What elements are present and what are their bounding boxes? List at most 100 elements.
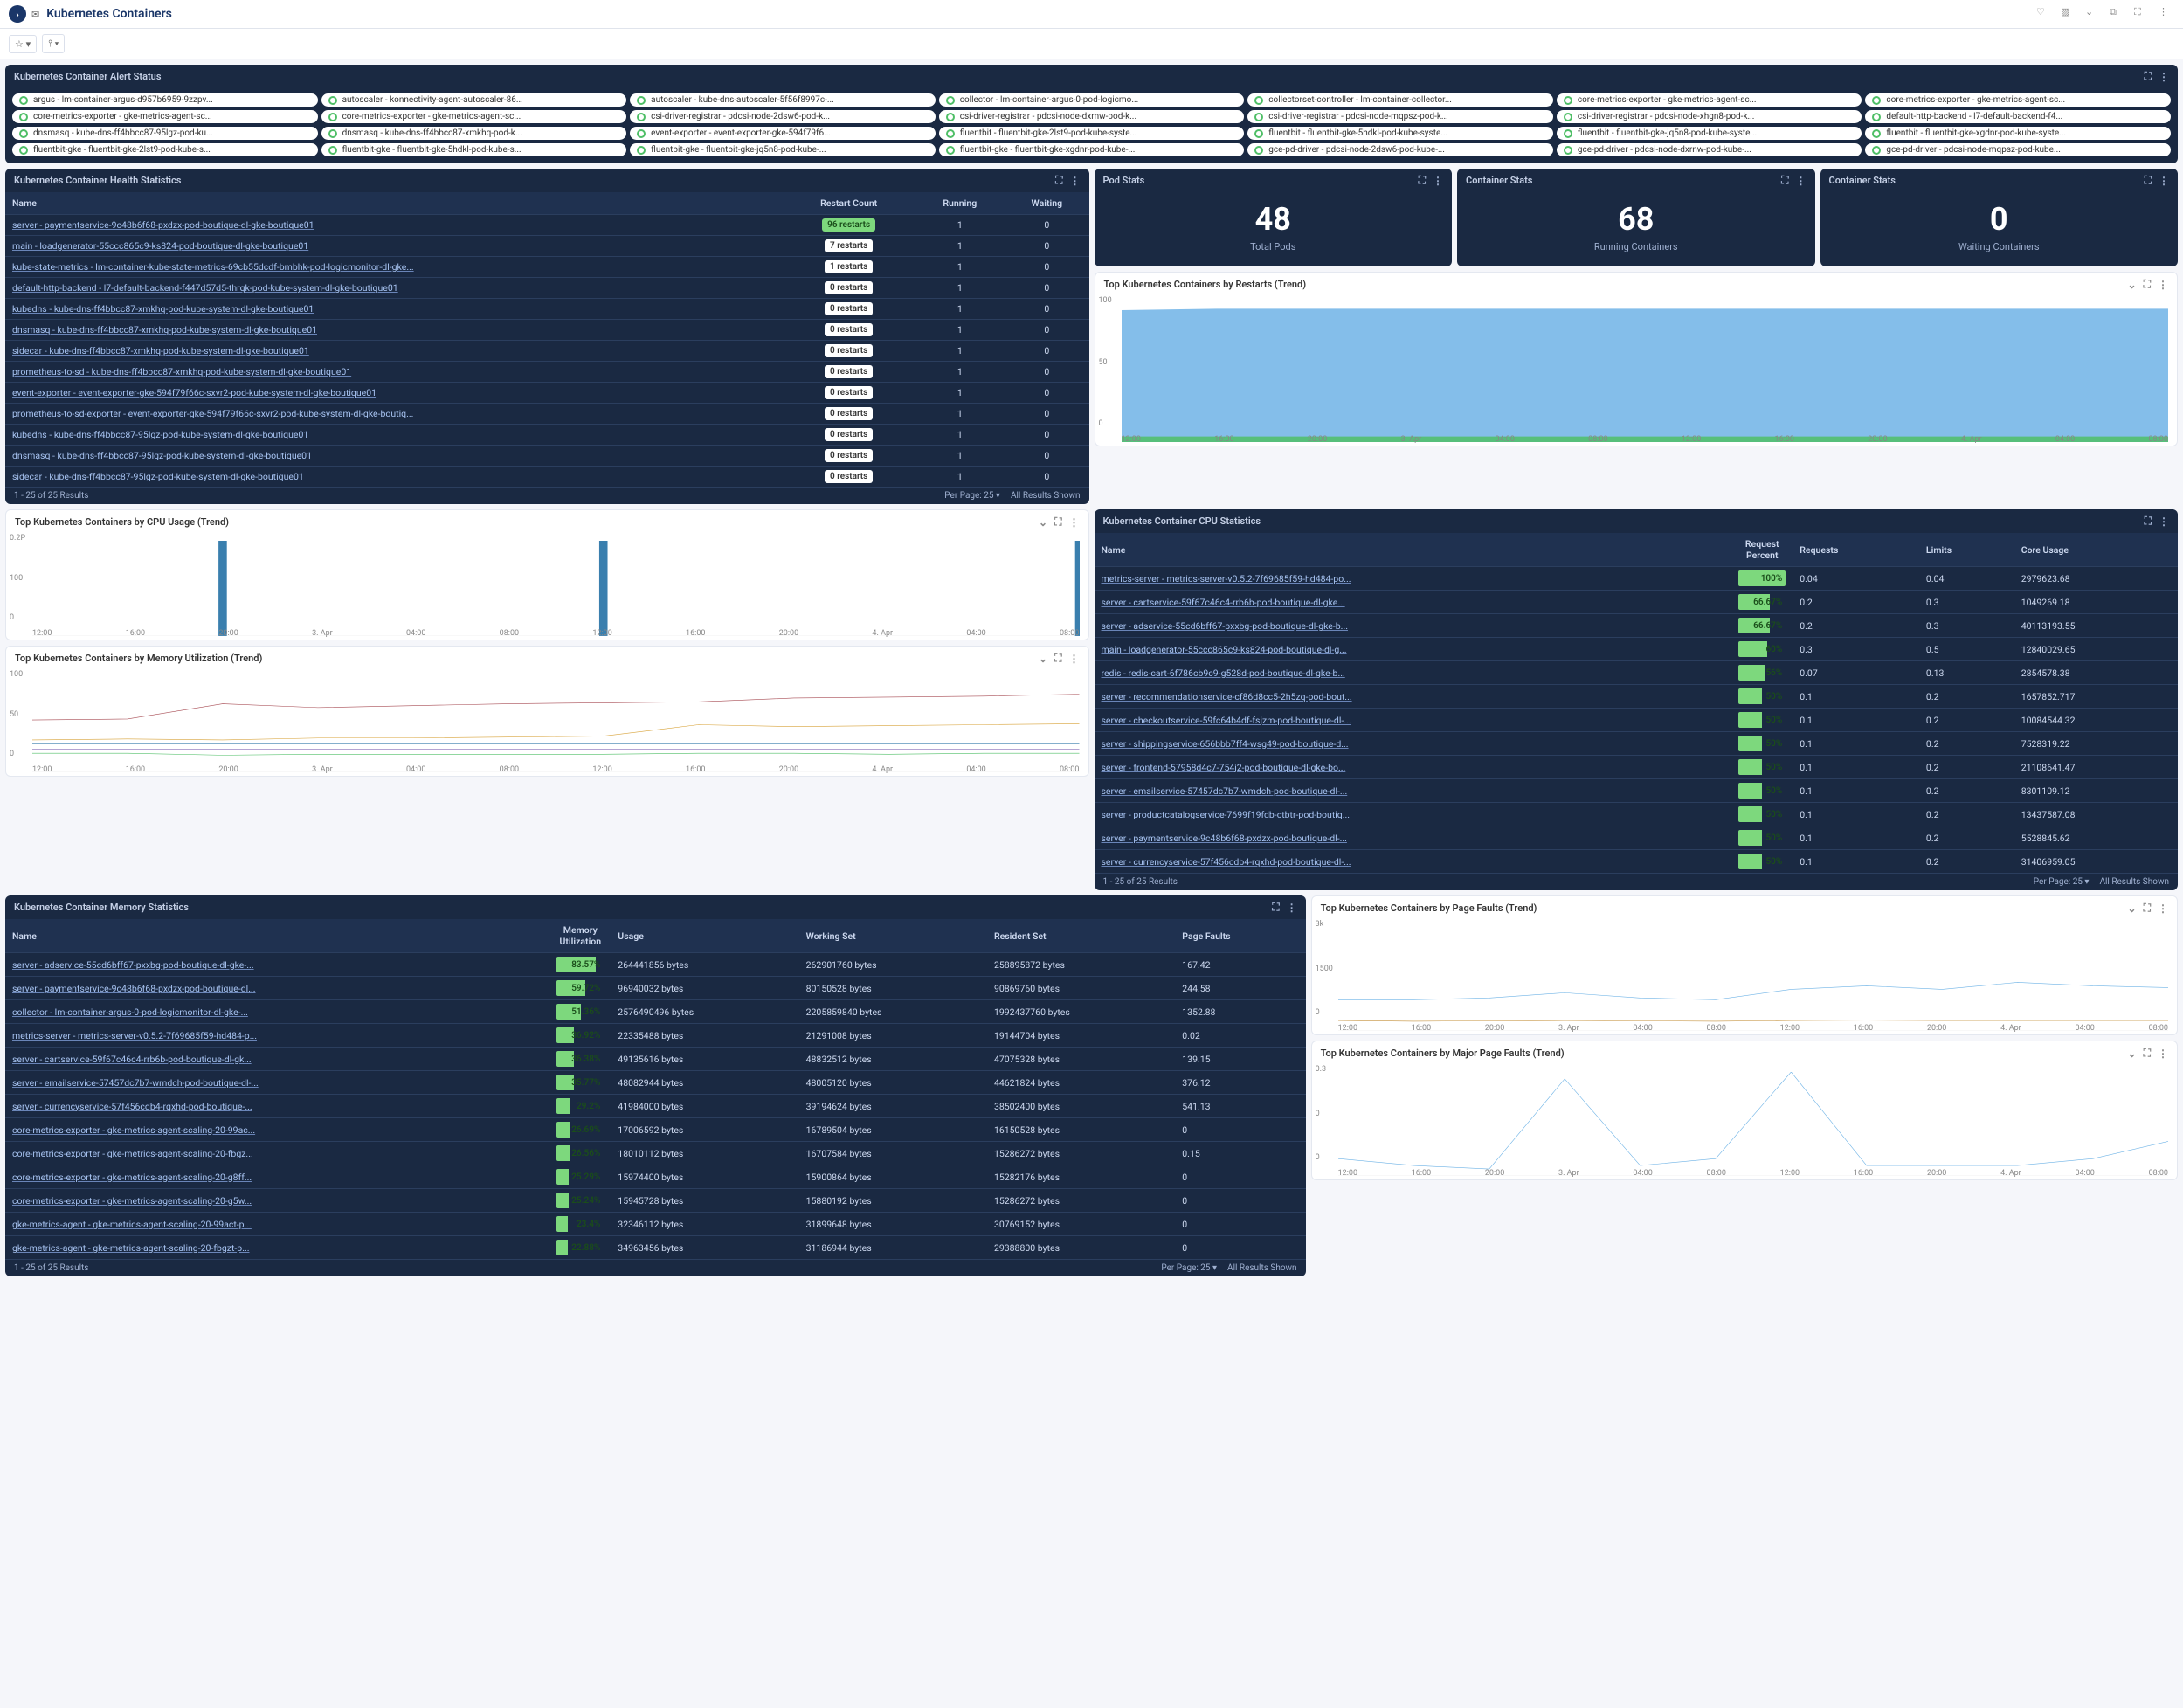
col-header[interactable]: Request Percent bbox=[1731, 533, 1793, 567]
col-header[interactable]: Waiting bbox=[1005, 192, 1088, 215]
heart-icon[interactable]: ♡ bbox=[2036, 6, 2052, 22]
resource-link[interactable]: sidecar - kube-dns-ff4bbcc87-xmkhq-pod-k… bbox=[12, 345, 309, 356]
chevron-down-icon[interactable]: ⌄ bbox=[1039, 653, 1047, 665]
alert-pill[interactable]: fluentbit - fluentbit-gke-5hdkl-pod-kube… bbox=[1247, 127, 1553, 140]
alert-pill[interactable]: dnsmasq - kube-dns-ff4bbcc87-95lgz-pod-k… bbox=[12, 127, 318, 140]
resource-link[interactable]: core-metrics-exporter - gke-metrics-agen… bbox=[12, 1172, 252, 1183]
alert-pill[interactable]: fluentbit - fluentbit-gke-jq5n8-pod-kube… bbox=[1557, 127, 1862, 140]
col-header[interactable]: Limits bbox=[1919, 533, 2014, 567]
fullscreen-icon[interactable]: ⛶ bbox=[1054, 652, 1061, 665]
alert-pill[interactable]: csi-driver-registrar - pdcsi-node-dxrnw-… bbox=[939, 110, 1245, 123]
envelope-icon[interactable]: ✉ bbox=[31, 9, 39, 20]
fullscreen-icon[interactable]: ⛶ bbox=[1781, 174, 1788, 187]
col-header[interactable]: Page Faults bbox=[1175, 919, 1305, 953]
alert-pill[interactable]: default-http-backend - l7-default-backen… bbox=[1865, 110, 2171, 123]
resource-link[interactable]: gke-metrics-agent - gke-metrics-agent-sc… bbox=[12, 1242, 250, 1254]
alert-pill[interactable]: gce-pd-driver - pdcsi-node-mqpsz-pod-kub… bbox=[1865, 143, 2171, 156]
resource-link[interactable]: server - frontend-57958d4c7-754j2-pod-bo… bbox=[1102, 762, 1346, 773]
per-page-dropdown[interactable]: Per Page: 25 ▾ bbox=[944, 491, 1000, 501]
chevron-down-icon[interactable]: ⌄ bbox=[1039, 516, 1047, 529]
kebab-icon[interactable]: ⋮ bbox=[1069, 516, 1080, 529]
resource-link[interactable]: main - loadgenerator-55ccc865c9-ks824-po… bbox=[12, 240, 308, 252]
resource-link[interactable]: server - cartservice-59f67c46c4-rrb6b-po… bbox=[1102, 597, 1345, 608]
fullscreen-icon[interactable]: ⛶ bbox=[2145, 515, 2152, 528]
filter-dropdown[interactable]: ⫯ ▾ bbox=[42, 34, 65, 53]
resource-link[interactable]: redis - redis-cart-6f786cb9c9-g528d-pod-… bbox=[1102, 667, 1345, 679]
alert-pill[interactable]: gce-pd-driver - pdcsi-node-2dsw6-pod-kub… bbox=[1247, 143, 1553, 156]
resource-link[interactable]: server - checkoutservice-59fc64b4df-fsjz… bbox=[1102, 715, 1351, 726]
chevron-down-icon[interactable]: ⌄ bbox=[2128, 1048, 2137, 1060]
col-header[interactable]: Name bbox=[1095, 533, 1732, 567]
kebab-icon[interactable]: ⋮ bbox=[1796, 175, 1807, 187]
resource-link[interactable]: server - emailservice-57457dc7b7-wmdch-p… bbox=[12, 1077, 259, 1089]
col-header[interactable]: Name bbox=[5, 919, 549, 953]
per-page-dropdown[interactable]: Per Page: 25 ▾ bbox=[2034, 877, 2090, 887]
alert-pill[interactable]: fluentbit-gke - fluentbit-gke-5hdkl-pod-… bbox=[321, 143, 627, 156]
resource-link[interactable]: core-metrics-exporter - gke-metrics-agen… bbox=[12, 1124, 255, 1136]
fullscreen-icon[interactable]: ⛶ bbox=[1272, 901, 1279, 914]
resource-link[interactable]: main - loadgenerator-55ccc865c9-ks824-po… bbox=[1102, 644, 1347, 655]
resource-link[interactable]: prometheus-to-sd - kube-dns-ff4bbcc87-xm… bbox=[12, 366, 351, 377]
double-chevron-down-icon[interactable]: ⌄ bbox=[2085, 6, 2101, 22]
alert-pill[interactable]: dnsmasq - kube-dns-ff4bbcc87-xmkhq-pod-k… bbox=[321, 127, 627, 140]
cancel-square-icon[interactable]: ▨ bbox=[2061, 6, 2076, 22]
resource-link[interactable]: core-metrics-exporter - gke-metrics-agen… bbox=[12, 1148, 253, 1159]
chevron-down-icon[interactable]: ⌄ bbox=[2128, 279, 2137, 291]
resource-link[interactable]: server - emailservice-57457dc7b7-wmdch-p… bbox=[1102, 785, 1348, 797]
alert-pill[interactable]: argus - lm-container-argus-d957b6959-9zz… bbox=[12, 93, 318, 107]
resource-link[interactable]: server - currencyservice-57f456cdb4-rqxh… bbox=[1102, 856, 1351, 868]
fullscreen-icon[interactable]: ⛶ bbox=[2144, 902, 2151, 915]
resource-link[interactable]: prometheus-to-sd-exporter - event-export… bbox=[12, 408, 413, 419]
alert-pill[interactable]: core-metrics-exporter - gke-metrics-agen… bbox=[1557, 93, 1862, 107]
resource-link[interactable]: kubedns - kube-dns-ff4bbcc87-95lgz-pod-k… bbox=[12, 429, 308, 440]
fullscreen-icon[interactable]: ⛶ bbox=[2144, 1047, 2151, 1060]
kebab-icon[interactable]: ⋮ bbox=[2159, 175, 2169, 187]
resource-link[interactable]: server - paymentservice-9c48b6f68-pxdzx-… bbox=[12, 983, 256, 994]
alert-pill[interactable]: fluentbit-gke - fluentbit-gke-xgdnr-pod-… bbox=[939, 143, 1245, 156]
resource-link[interactable]: server - shippingservice-656bbb7ff4-wsg4… bbox=[1102, 738, 1349, 750]
resource-link[interactable]: core-metrics-exporter - gke-metrics-agen… bbox=[12, 1195, 252, 1207]
chevron-down-icon[interactable]: ⌄ bbox=[2128, 902, 2137, 915]
resource-link[interactable]: server - paymentservice-9c48b6f68-pxdzx-… bbox=[12, 219, 314, 231]
kebab-icon[interactable]: ⋮ bbox=[1287, 902, 1297, 914]
fullscreen-icon[interactable]: ⛶ bbox=[1054, 515, 1061, 529]
resource-link[interactable]: metrics-server - metrics-server-v0.5.2-7… bbox=[1102, 573, 1351, 584]
resource-link[interactable]: dnsmasq - kube-dns-ff4bbcc87-xmkhq-pod-k… bbox=[12, 324, 317, 335]
alert-pill[interactable]: gce-pd-driver - pdcsi-node-dxrnw-pod-kub… bbox=[1557, 143, 1862, 156]
resource-link[interactable]: event-exporter - event-exporter-gke-594f… bbox=[12, 387, 376, 398]
col-header[interactable]: Running bbox=[915, 192, 1005, 215]
fullscreen-icon[interactable]: ⛶ bbox=[2134, 6, 2150, 22]
col-header[interactable]: Memory Utilization bbox=[549, 919, 611, 953]
kebab-icon[interactable]: ⋮ bbox=[2159, 71, 2169, 83]
kebab-icon[interactable]: ⋮ bbox=[2159, 6, 2174, 22]
alert-pill[interactable]: autoscaler - konnectivity-agent-autoscal… bbox=[321, 93, 627, 107]
fullscreen-icon[interactable]: ⛶ bbox=[2145, 174, 2152, 187]
alert-pill[interactable]: csi-driver-registrar - pdcsi-node-mqpsz-… bbox=[1247, 110, 1553, 123]
alert-pill[interactable]: fluentbit-gke - fluentbit-gke-jq5n8-pod-… bbox=[630, 143, 936, 156]
resource-link[interactable]: metrics-server - metrics-server-v0.5.2-7… bbox=[12, 1030, 257, 1041]
per-page-dropdown[interactable]: Per Page: 25 ▾ bbox=[1161, 1263, 1217, 1273]
alert-pill[interactable]: core-metrics-exporter - gke-metrics-agen… bbox=[321, 110, 627, 123]
col-header[interactable]: Name bbox=[5, 192, 783, 215]
alert-pill[interactable]: core-metrics-exporter - gke-metrics-agen… bbox=[12, 110, 318, 123]
alert-pill[interactable]: csi-driver-registrar - pdcsi-node-xhgn8-… bbox=[1557, 110, 1862, 123]
alert-pill[interactable]: collector - lm-container-argus-0-pod-log… bbox=[939, 93, 1245, 107]
resource-link[interactable]: dnsmasq - kube-dns-ff4bbcc87-95lgz-pod-k… bbox=[12, 450, 312, 461]
resource-link[interactable]: server - currencyservice-57f456cdb4-rqxh… bbox=[12, 1101, 252, 1112]
resource-link[interactable]: server - cartservice-59f67c46c4-rrb6b-po… bbox=[12, 1054, 252, 1065]
resource-link[interactable]: collector - lm-container-argus-0-pod-log… bbox=[12, 1006, 248, 1018]
resource-link[interactable]: server - recommendationservice-cf86d8cc5… bbox=[1102, 691, 1352, 702]
alert-pill[interactable]: fluentbit-gke - fluentbit-gke-2lst9-pod-… bbox=[12, 143, 318, 156]
alert-pill[interactable]: fluentbit - fluentbit-gke-xgdnr-pod-kube… bbox=[1865, 127, 2171, 140]
alert-pill[interactable]: autoscaler - kube-dns-autoscaler-5f56f89… bbox=[630, 93, 936, 107]
resource-link[interactable]: kubedns - kube-dns-ff4bbcc87-xmkhq-pod-k… bbox=[12, 303, 314, 315]
kebab-icon[interactable]: ⋮ bbox=[1070, 175, 1081, 187]
kebab-icon[interactable]: ⋮ bbox=[2159, 515, 2169, 528]
resource-link[interactable]: server - productcatalogservice-7699f19fd… bbox=[1102, 809, 1351, 820]
fullscreen-icon[interactable]: ⛶ bbox=[1419, 174, 1426, 187]
resource-link[interactable]: sidecar - kube-dns-ff4bbcc87-95lgz-pod-k… bbox=[12, 471, 304, 482]
resource-link[interactable]: server - adservice-55cd6bff67-pxxbg-pod-… bbox=[12, 959, 254, 971]
col-header[interactable]: Working Set bbox=[799, 919, 987, 953]
alert-pill[interactable]: collectorset-controller - lm-container-c… bbox=[1247, 93, 1553, 107]
kebab-icon[interactable]: ⋮ bbox=[2158, 1048, 2168, 1060]
